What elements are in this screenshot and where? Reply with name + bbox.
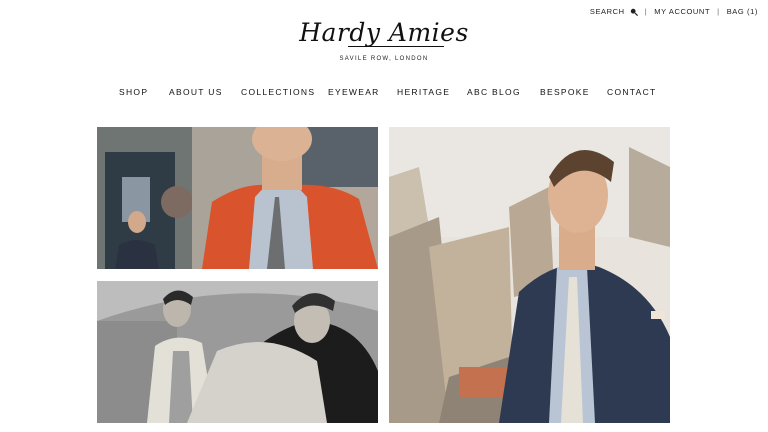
search-label: SEARCH — [589, 7, 625, 16]
nav-item-heritage[interactable]: HERITAGE — [397, 87, 450, 97]
utility-bar: SEARCH | MY ACCOUNT | BAG (1) — [590, 7, 758, 16]
photo-navy-suit[interactable] — [389, 127, 670, 423]
nav-item-eyewear[interactable]: EYEWEAR — [328, 87, 380, 97]
bag-link[interactable]: BAG (1) — [727, 7, 758, 16]
nav-item-abc-blog[interactable]: ABC BLOG — [467, 87, 521, 97]
nav-item-about-us[interactable]: ABOUT US — [169, 87, 223, 97]
logo-underline — [348, 46, 444, 47]
brand-logo[interactable]: Hardy Amies SAVILE ROW, LONDON — [0, 18, 768, 62]
photo-bw-duo-image — [97, 281, 378, 423]
photo-bw-duo[interactable] — [97, 281, 378, 423]
logo-wordmark: Hardy Amies — [299, 18, 469, 47]
utility-separator: | — [644, 7, 648, 16]
nav-item-collections[interactable]: COLLECTIONS — [241, 87, 315, 97]
nav-item-bespoke[interactable]: BESPOKE — [540, 87, 590, 97]
photo-navy-suit-image — [389, 127, 670, 423]
logo-tagline: SAVILE ROW, LONDON — [339, 56, 429, 62]
search-icon — [630, 8, 638, 16]
nav-item-shop[interactable]: SHOP — [119, 87, 148, 97]
photo-orange-coat[interactable] — [97, 127, 378, 269]
my-account-link[interactable]: MY ACCOUNT — [654, 7, 710, 16]
search-link[interactable]: SEARCH — [590, 7, 638, 16]
photo-orange-coat-image — [97, 127, 378, 269]
utility-separator: | — [717, 7, 720, 16]
nav-item-contact[interactable]: CONTACT — [607, 87, 657, 97]
